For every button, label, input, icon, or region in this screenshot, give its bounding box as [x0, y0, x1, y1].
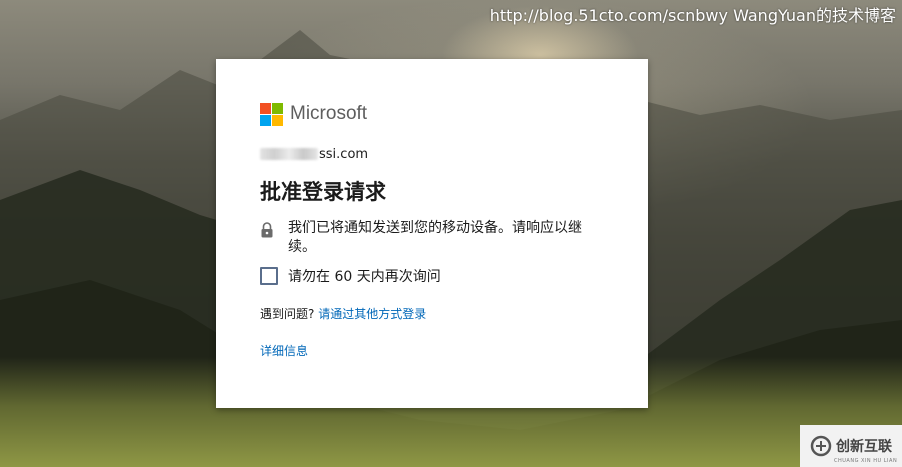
lock-icon: [261, 222, 273, 238]
brand-header: Microsoft: [260, 99, 604, 129]
account-identifier: ssi.com: [260, 145, 604, 163]
watermark-text: http://blog.51cto.com/scnbwy WangYuan的技术…: [489, 6, 896, 25]
other-signin-link[interactable]: 请通过其他方式登录: [318, 307, 426, 321]
microsoft-logo-icon: [260, 102, 283, 126]
chuangxin-logo-icon: [810, 435, 832, 457]
remember-option[interactable]: 请勿在 60 天内再次询问: [260, 266, 604, 286]
blurred-account-prefix: [260, 148, 318, 160]
more-details-link[interactable]: 详细信息: [260, 344, 308, 358]
trouble-prefix: 遇到问题?: [260, 307, 315, 321]
corner-brand-badge: 创新互联 CHUANG XIN HU LIAN: [800, 425, 902, 467]
brand-name: Microsoft: [290, 103, 368, 124]
remember-label[interactable]: 请勿在 60 天内再次询问: [288, 266, 441, 286]
corner-brand-name: 创新互联: [836, 439, 892, 455]
trouble-row: 遇到问题? 请通过其他方式登录: [260, 305, 604, 322]
dialog-title: 批准登录请求: [260, 180, 386, 204]
remember-checkbox[interactable]: [260, 267, 278, 285]
notification-message: 我们已将通知发送到您的移动设备。请响应以继续。: [260, 219, 604, 257]
details-row: 详细信息: [260, 342, 604, 359]
corner-brand-subtitle: CHUANG XIN HU LIAN: [834, 458, 898, 464]
notification-text: 我们已将通知发送到您的移动设备。请响应以继续。: [288, 220, 582, 255]
approve-signin-dialog: Microsoft ssi.com 批准登录请求 我们已将通知发送到您的移动设备…: [216, 59, 648, 408]
account-suffix: ssi.com: [319, 146, 369, 162]
